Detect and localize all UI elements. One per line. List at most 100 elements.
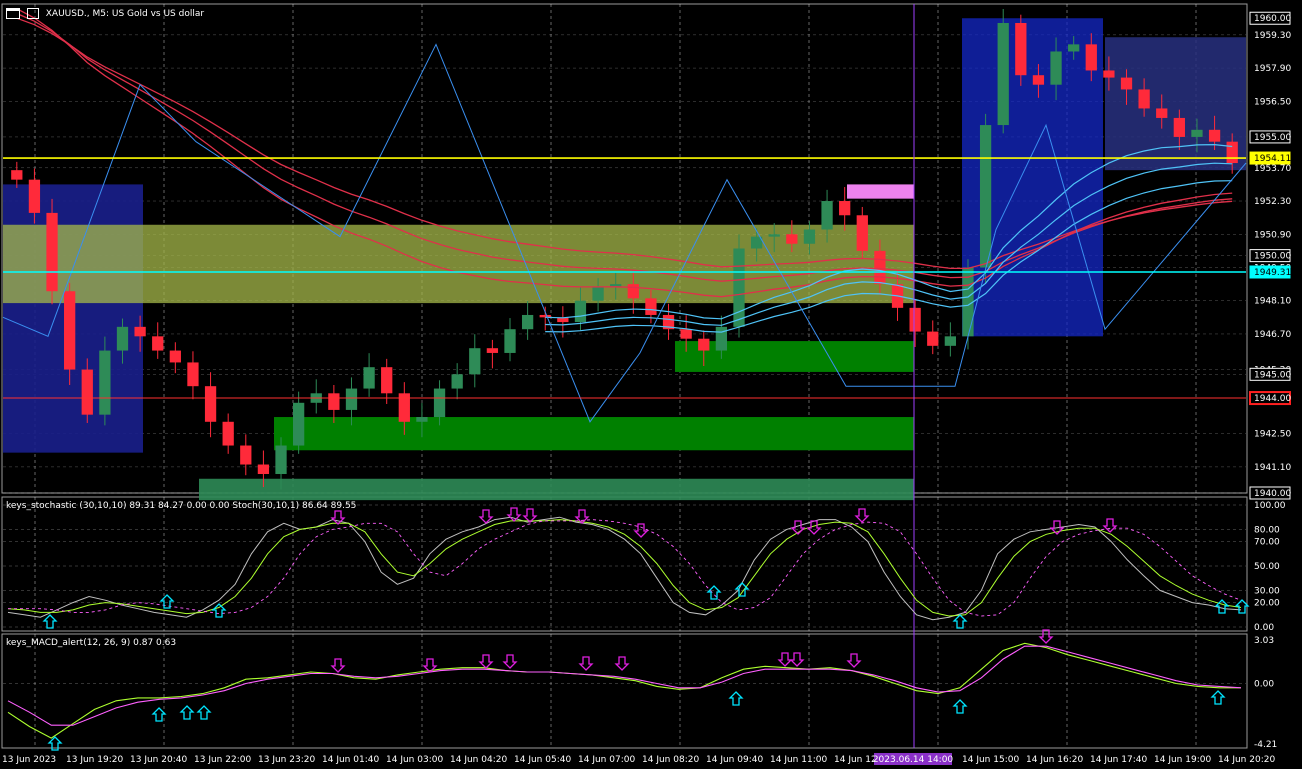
time-tick-label: 14 Jun 04:20 [450,755,507,765]
candle-body [1085,44,1097,71]
time-tick-label: 14 Jun 11:00 [770,755,827,765]
candle-body [204,386,217,422]
time-tick-label: 14 Jun 20:20 [1218,755,1275,765]
stoch-tick-label: 100.00 [1254,501,1286,511]
stochastic-title: keys_stochastic (30,10,10) 89.31 84.27 0… [6,501,357,511]
price-tag-label: 1944.00 [1254,394,1291,404]
macd-tick-label: 0.00 [1254,680,1274,690]
candle-body [645,298,657,315]
candle-body [416,417,428,422]
candle-body [152,336,164,351]
price-tick-label: 1957.90 [1254,64,1291,74]
time-tick-label: 14 Jun 03:00 [386,755,443,765]
candle-body [733,248,745,327]
candle-body [99,350,111,415]
candle-body [451,374,463,389]
candle-body [328,393,340,410]
supply-zone-pink [847,184,914,199]
candle-body [1173,117,1185,137]
candle-body [979,125,992,268]
macd-panel [1,633,1248,749]
trade-icon[interactable] [26,8,39,19]
candle-body [821,201,833,230]
candle-body [1156,108,1168,118]
candle-body [11,170,23,180]
candle-body [345,388,358,410]
stoch-tick-label: 30.00 [1254,586,1280,596]
price-tag-label: 1940.00 [1254,489,1291,499]
time-tick-label: 14 Jun 17:40 [1090,755,1147,765]
candle-body [504,329,516,353]
demand-zone-mid [675,341,914,372]
chart-window-icon[interactable] [6,8,20,19]
price-tick-label: 1959.30 [1254,31,1291,41]
time-tick-label: 14 Jun 15:00 [962,755,1019,765]
candle-body [363,367,375,389]
symbol-title: XAUUSD., M5: US Gold vs US dollar [45,9,205,19]
candle-body [1191,129,1203,137]
candle-body [997,22,1009,126]
candle-body [927,331,939,346]
candle-body [1032,75,1045,85]
candle-body [627,284,639,299]
candle-body [257,464,270,475]
price-tag-label: 1949.31 [1254,268,1291,278]
candle-body [275,445,287,475]
price-tick-label: 1950.90 [1254,230,1291,240]
candle-body [1120,77,1133,90]
candle-body [134,326,146,337]
candle-body [909,307,921,332]
price-tick-label: 1948.10 [1254,297,1291,307]
candle-body [64,291,76,370]
price-tag-label: 1955.00 [1254,133,1291,143]
price-tag-label: 1945.00 [1254,370,1291,380]
candle-body [116,326,129,351]
candle-body [1138,89,1150,109]
time-tick-label: 13 Jun 20:40 [130,755,187,765]
cursor-time-label: 2023.06.14 14:00 [873,755,954,765]
price-tick-label: 1942.50 [1254,430,1291,440]
candle-body [169,350,181,363]
candle-body [46,212,58,292]
demand-zone-lower [274,417,914,451]
candle-body [433,388,446,418]
price-tick-label: 1952.30 [1254,197,1291,207]
candle-body [592,286,604,301]
candle-body [1103,70,1115,78]
trading-chart[interactable]: 1959.30 1957.90 1956.50 1955.00 1953.70 1952.… [0,0,1302,769]
candle-body [469,348,481,375]
demand-zone-bottom [199,478,914,501]
stoch-tick-label: 20.00 [1254,599,1280,609]
candle-body [698,338,710,351]
time-tick-label: 14 Jun 01:40 [322,755,379,765]
candle-body [1226,141,1238,164]
time-tick-label: 14 Jun 19:00 [1154,755,1211,765]
macd-tick-label: -4.21 [1254,740,1277,750]
candle-body [574,300,587,323]
time-tick-label: 14 Jun 05:40 [514,755,571,765]
window-header: XAUUSD., M5: US Gold vs US dollar [6,8,204,19]
candle-body [786,234,798,244]
time-tick-label: 14 Jun 08:20 [642,755,699,765]
candle-body [240,445,252,465]
price-tick-label: 1953.70 [1254,164,1291,174]
candle-body [1208,129,1221,142]
candle-body [768,234,780,237]
macd-title: keys_MACD_alert(12, 26, 9) 0.87 0.63 [6,638,177,648]
candle-body [856,215,868,251]
candle-body [803,229,816,244]
stoch-tick-label: 50.00 [1254,562,1280,572]
stoch-tick-label: 80.00 [1254,525,1280,535]
price-tick-label: 1941.10 [1254,463,1291,473]
stoch-tick-label: 70.00 [1254,538,1280,548]
time-tick-label: 13 Jun 22:00 [194,755,251,765]
candle-body [874,250,886,285]
candle-body [680,329,692,339]
time-tick-label: 13 Jun 19:20 [66,755,123,765]
price-tick-label: 1956.50 [1254,97,1291,107]
candle-body [222,421,234,446]
candle-body [292,402,305,446]
candle-body [1068,44,1080,52]
stoch-tick-label: 0.00 [1254,623,1274,633]
candle-body [28,179,41,213]
